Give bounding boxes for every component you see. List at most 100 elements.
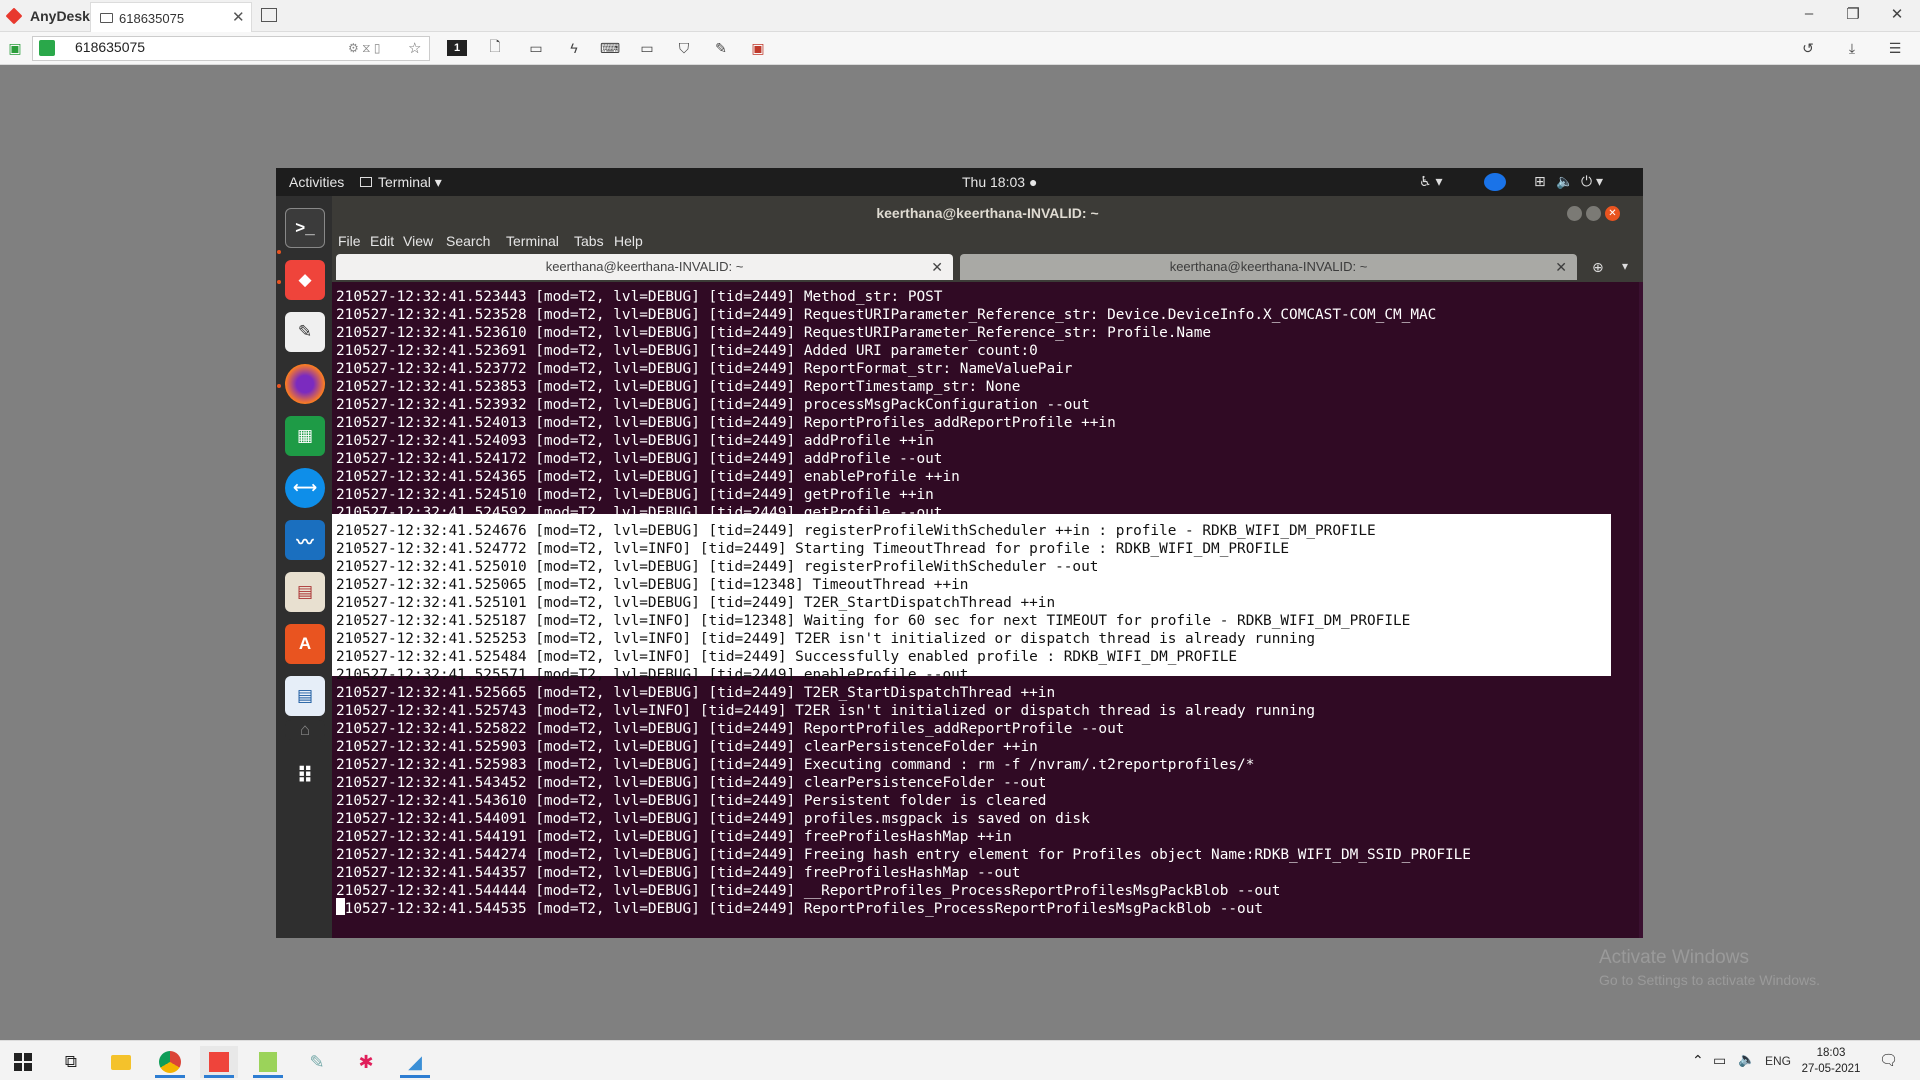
gnome-top-bar: Activities Terminal ▾ Thu 18:03 ● ♿ ▾ ⊞ …	[276, 168, 1643, 196]
notepad-icon[interactable]	[249, 1046, 287, 1078]
app-menu-label: Terminal ▾	[378, 174, 442, 190]
log-line: 210527-12:32:41.525484 [mod=T2, lvl=INFO…	[336, 649, 1238, 665]
firefox-launcher-icon[interactable]	[285, 364, 325, 404]
chevron-up-icon[interactable]: ⌃	[1692, 1052, 1704, 1069]
permissions-icon[interactable]: ⛉	[675, 40, 693, 56]
log-line: 210527-12:32:41.523932 [mod=T2, lvl=DEBU…	[336, 397, 1090, 413]
menu-edit[interactable]: Edit	[370, 233, 394, 249]
show-applications-icon[interactable]: ⠿	[285, 756, 325, 796]
star-icon[interactable]: ☆	[408, 39, 421, 57]
power-icon[interactable]: ⏻ ▾	[1581, 173, 1603, 190]
log-line: 210527-12:32:41.525822 [mod=T2, lvl=DEBU…	[336, 721, 1125, 737]
running-indicator	[277, 250, 281, 254]
clock[interactable]: Thu 18:03 ●	[962, 174, 1037, 190]
menu-tabs[interactable]: Tabs	[574, 233, 604, 249]
app-icon[interactable]: ◢	[396, 1046, 434, 1078]
keyboard-icon[interactable]: ⌨	[600, 40, 620, 56]
close-icon[interactable]: ✕	[1885, 5, 1909, 23]
terminal-launcher-icon[interactable]: >_	[285, 208, 325, 248]
monitor-icon	[100, 13, 113, 23]
log-line: 210527-12:32:41.524172 [mod=T2, lvl=DEBU…	[336, 451, 943, 467]
download-icon[interactable]: ⤓	[1843, 40, 1861, 56]
activities-button[interactable]: Activities	[289, 174, 344, 190]
menu-view[interactable]: View	[403, 233, 433, 249]
hamburger-menu-icon[interactable]: ☰	[1886, 40, 1904, 56]
verified-icon	[39, 40, 55, 56]
misc-launcher-icon[interactable]: ⌂	[285, 720, 325, 740]
teamviewer-tray-icon[interactable]	[1484, 173, 1506, 191]
log-line: 210527-12:32:41.523853 [mod=T2, lvl=DEBU…	[336, 379, 1021, 395]
file-transfer-icon[interactable]: 🗋	[486, 38, 504, 56]
log-line: 210527-12:32:41.543610 [mod=T2, lvl=DEBU…	[336, 793, 1047, 809]
tab-label: keerthana@keerthana-INVALID: ~	[545, 259, 744, 274]
volume-icon[interactable]: 🔈	[1738, 1051, 1755, 1068]
accessibility-icon[interactable]: ♿ ▾	[1419, 173, 1442, 190]
log-line: 210527-12:32:41.524592 [mod=T2, lvl=DEBU…	[336, 505, 943, 521]
anydesk-app-name: AnyDesk	[30, 8, 90, 24]
slack-icon[interactable]: ✱	[347, 1046, 385, 1078]
maximize-icon[interactable]	[1586, 206, 1601, 221]
log-line: 210527-12:32:41.525101 [mod=T2, lvl=DEBU…	[336, 595, 1056, 611]
address-tools-icon[interactable]: ⚙ ⧖ ▯	[348, 41, 380, 56]
minimize-icon[interactable]	[1567, 206, 1582, 221]
log-line: 210527-12:32:41.544444 [mod=T2, lvl=DEBU…	[336, 883, 1281, 899]
display-1-icon[interactable]: 1	[447, 40, 467, 56]
notification-icon[interactable]: 🗨	[1879, 1051, 1898, 1069]
close-icon[interactable]: ✕	[232, 8, 245, 26]
tab-terminal-2[interactable]: keerthana@keerthana-INVALID: ~ ✕	[960, 254, 1577, 280]
active-indicator	[204, 1075, 234, 1078]
calc-spreadsheet-launcher-icon[interactable]: ▦	[285, 416, 325, 456]
terminal-menu-bar: File Edit View Search Terminal Tabs Help	[332, 228, 1643, 252]
app-menu-button[interactable]: Terminal ▾	[360, 174, 442, 191]
new-tab-icon[interactable]	[261, 8, 277, 22]
taskbar-clock[interactable]: 18:03 27-05-2021	[1785, 1045, 1877, 1077]
paint-icon[interactable]: ✎	[298, 1046, 336, 1078]
new-tab-icon[interactable]: ⊕	[1592, 259, 1604, 276]
log-line: 210527-12:32:41.525253 [mod=T2, lvl=INFO…	[336, 631, 1316, 647]
display-icon[interactable]: ▭	[638, 40, 656, 56]
close-icon[interactable]: ✕	[1555, 254, 1567, 280]
chrome-icon[interactable]	[151, 1046, 189, 1078]
anydesk-session-tab[interactable]: 618635075 ✕	[90, 2, 252, 32]
close-icon[interactable]: ✕	[1605, 206, 1620, 221]
minimize-icon[interactable]: –	[1797, 5, 1821, 22]
menu-search[interactable]: Search	[446, 233, 490, 249]
chevron-down-icon[interactable]: ▾	[1622, 259, 1628, 273]
actions-icon[interactable]: ϟ	[565, 40, 583, 56]
watermark-title: Activate Windows	[1599, 947, 1749, 968]
battery-icon[interactable]: ▭	[1713, 1052, 1726, 1069]
volume-icon[interactable]: 🔈	[1556, 173, 1573, 190]
system-monitor-launcher-icon[interactable]: 〰	[285, 520, 325, 560]
log-line: 210527-12:32:41.524510 [mod=T2, lvl=DEBU…	[336, 487, 934, 503]
writer-launcher-icon[interactable]: ▤	[285, 676, 325, 716]
log-line: 210527-12:32:41.544535 [mod=T2, lvl=DEBU…	[336, 901, 1264, 917]
close-icon[interactable]: ✕	[931, 254, 943, 280]
terminal-window-title: keerthana@keerthana-INVALID: ~	[876, 205, 1099, 221]
whiteboard-pen-icon[interactable]: ✎	[712, 40, 730, 56]
file-explorer-icon[interactable]	[102, 1046, 140, 1078]
anydesk-launcher-icon[interactable]: ◆	[285, 260, 325, 300]
anydesk-toolbar: ▣ ⚙ ⧖ ▯ ☆ 618635075 1 🗋 ▭ ϟ ⌨ ▭ ⛉ ✎ ▣ ↺ …	[0, 32, 1920, 65]
menu-help[interactable]: Help	[614, 233, 643, 249]
remote-desktop-screen[interactable]: Activities Terminal ▾ Thu 18:03 ● ♿ ▾ ⊞ …	[276, 168, 1643, 938]
network-icon[interactable]: ⊞	[1534, 173, 1546, 190]
task-view-icon[interactable]: ⧉	[52, 1046, 90, 1078]
log-line: 210527-12:32:41.543452 [mod=T2, lvl=DEBU…	[336, 775, 1047, 791]
text-editor-launcher-icon[interactable]: ✎	[285, 312, 325, 352]
record-icon[interactable]: ▣	[749, 40, 767, 56]
impress-launcher-icon[interactable]: ▤	[285, 572, 325, 612]
teamviewer-launcher-icon[interactable]: ⟷	[285, 468, 325, 508]
terminal-output[interactable]: 210527-12:32:41.523443 [mod=T2, lvl=DEBU…	[332, 282, 1643, 938]
scrollbar[interactable]	[1639, 282, 1643, 938]
tab-terminal-1[interactable]: keerthana@keerthana-INVALID: ~ ✕	[336, 254, 953, 280]
history-icon[interactable]: ↺	[1799, 40, 1817, 56]
start-icon[interactable]	[4, 1046, 42, 1078]
log-line: 210527-12:32:41.523610 [mod=T2, lvl=DEBU…	[336, 325, 1212, 341]
anydesk-taskbar-icon[interactable]	[200, 1046, 238, 1078]
chat-icon[interactable]: ▭	[527, 40, 545, 56]
software-center-launcher-icon[interactable]: A	[285, 624, 325, 664]
menu-terminal[interactable]: Terminal	[506, 233, 559, 249]
terminal-icon	[360, 177, 372, 187]
menu-file[interactable]: File	[338, 233, 361, 249]
restore-icon[interactable]: ❐	[1841, 5, 1865, 23]
